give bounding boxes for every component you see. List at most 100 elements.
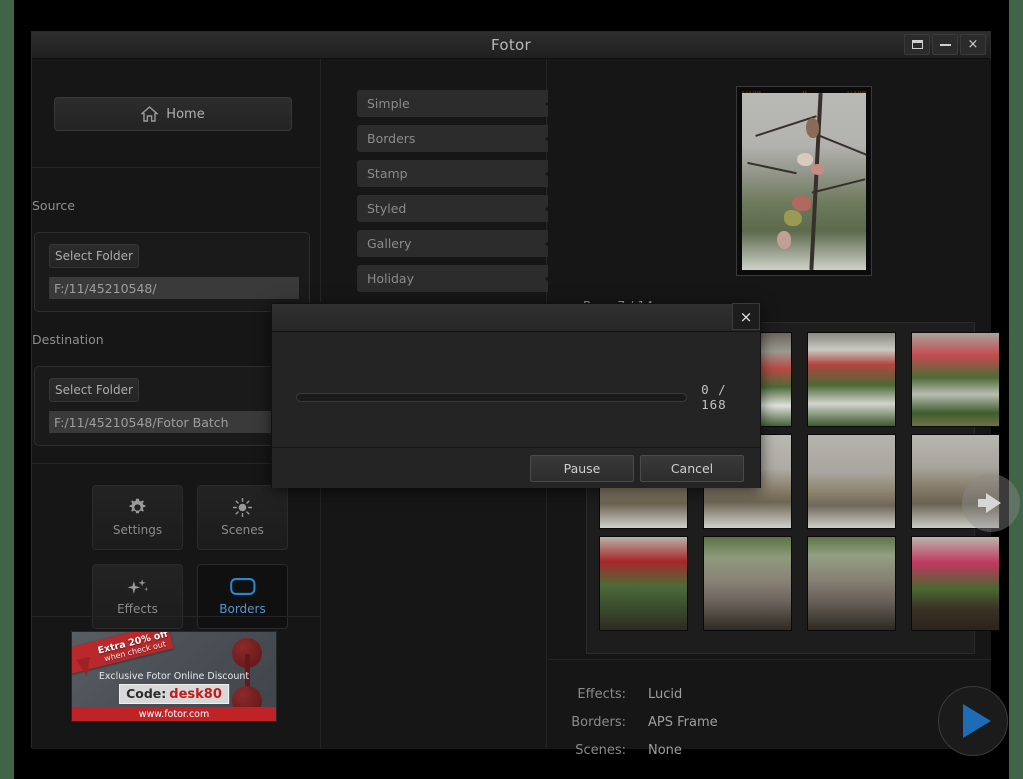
thumbnail-item[interactable] xyxy=(911,332,1000,427)
destination-select-folder-button[interactable]: Select Folder xyxy=(49,378,139,402)
progress-count-label: 0 / 168 xyxy=(701,382,727,412)
minimize-icon xyxy=(939,43,951,46)
sidebar-divider-bottom xyxy=(32,616,321,617)
next-page-arrow-stem xyxy=(978,499,993,507)
tool-grid: Settings Scenes Effects Borders xyxy=(92,485,288,629)
thumbnail-item[interactable] xyxy=(807,434,896,529)
summary-value: Lucid xyxy=(648,687,683,702)
destination-folder-box: Select Folder F:/11/45210548/Fotor Batch xyxy=(34,366,310,446)
preview-blossom-2 xyxy=(811,163,825,175)
source-path-field[interactable]: F:/11/45210548/ xyxy=(49,277,299,299)
ad-ribbon-text-block: Extra 20% off when check out xyxy=(74,632,195,671)
next-page-button[interactable] xyxy=(962,474,1020,532)
preview-branch-d xyxy=(812,178,866,194)
home-button[interactable]: Home xyxy=(54,97,292,131)
settings-summary: Effects: Lucid Borders: APS Frame Scenes… xyxy=(548,659,1008,758)
restore-button[interactable] xyxy=(904,34,930,55)
thumbnail-item[interactable] xyxy=(911,536,1000,631)
summary-key: Borders: xyxy=(571,715,626,730)
summary-value: APS Frame xyxy=(648,715,718,730)
dialog-titlebar[interactable]: × xyxy=(272,303,760,332)
ad-url[interactable]: www.fotor.com xyxy=(72,707,276,721)
thumbnail-item[interactable] xyxy=(599,536,688,631)
rounded-rect-icon xyxy=(229,577,256,596)
tool-borders-button[interactable]: Borders xyxy=(197,564,288,629)
source-folder-box: Select Folder F:/11/45210548/ xyxy=(34,232,310,312)
progress-row: 0 / 168 xyxy=(296,382,760,412)
category-label: Styled xyxy=(367,201,407,216)
sparkles-icon xyxy=(126,577,149,596)
source-select-folder-button[interactable]: Select Folder xyxy=(49,244,139,268)
promo-banner[interactable]: Extra 20% off when check out Exclusive F… xyxy=(71,631,277,722)
close-button[interactable]: × xyxy=(960,34,986,55)
preview-blossom-4 xyxy=(776,231,791,250)
start-batch-button[interactable] xyxy=(938,686,1008,756)
tool-settings-button[interactable]: Settings xyxy=(92,485,183,550)
summary-row-borders: Borders: APS Frame xyxy=(548,715,718,730)
ad-code-label: Code: xyxy=(126,686,167,701)
tool-settings-label: Settings xyxy=(112,523,163,537)
preview-branch-b xyxy=(811,131,866,156)
summary-value: None xyxy=(648,743,682,758)
ad-code-value: desk80 xyxy=(169,687,222,702)
close-icon: × xyxy=(967,37,979,52)
destination-path-field[interactable]: F:/11/45210548/Fotor Batch xyxy=(49,411,299,433)
thumbnail-item[interactable] xyxy=(703,536,792,631)
home-label: Home xyxy=(166,106,205,122)
category-label: Simple xyxy=(367,96,410,111)
tool-scenes-button[interactable]: Scenes xyxy=(197,485,288,550)
film-code-right: 1 = 0.1500 xyxy=(847,89,866,94)
right-panel-divider xyxy=(548,659,991,660)
summary-key: Scenes: xyxy=(575,743,626,758)
tool-borders-label: Borders xyxy=(219,602,266,616)
gear-icon xyxy=(128,498,147,517)
tool-effects-button[interactable]: Effects xyxy=(92,564,183,629)
category-label: Holiday xyxy=(367,271,414,286)
play-icon xyxy=(963,704,991,738)
category-item-borders[interactable]: Borders xyxy=(357,125,562,152)
category-item-gallery[interactable]: Gallery xyxy=(357,230,562,257)
category-item-holiday[interactable]: Holiday xyxy=(357,265,562,292)
film-code-left: 2 = 0.1500 xyxy=(742,89,761,94)
preview-blossom-3 xyxy=(791,195,811,211)
category-item-simple[interactable]: Simple xyxy=(357,90,562,117)
ad-headline: Exclusive Fotor Online Discount xyxy=(98,671,250,682)
ad-code-box: Code: desk80 xyxy=(119,684,229,704)
fotor-window: Fotor × Home Source Select Folder F:/11/… xyxy=(31,31,1020,758)
preview-branch-c xyxy=(747,162,797,175)
preview-bud xyxy=(806,117,820,138)
sun-icon xyxy=(233,498,252,517)
film-code-mid: -65 xyxy=(801,89,807,94)
window-controls: × xyxy=(904,34,986,55)
category-label: Stamp xyxy=(367,166,408,181)
batch-progress-dialog: × 0 / 168 Pause Cancel xyxy=(271,303,761,488)
window-titlebar[interactable]: Fotor × xyxy=(32,32,990,59)
category-label: Gallery xyxy=(367,236,412,251)
dialog-close-button[interactable]: × xyxy=(732,303,760,330)
cancel-button[interactable]: Cancel xyxy=(640,454,744,482)
close-icon: × xyxy=(739,307,753,326)
preview-blossom-1 xyxy=(796,153,813,167)
source-section-label: Source xyxy=(32,198,75,213)
sidebar-divider-top xyxy=(32,167,321,168)
home-icon xyxy=(141,106,159,122)
window-title: Fotor xyxy=(491,36,531,54)
preview-photo xyxy=(742,93,866,270)
preview-frame: 2 = 0.1500 -65 1 = 0.1500 xyxy=(736,86,872,276)
restore-icon xyxy=(911,40,923,49)
summary-row-effects: Effects: Lucid xyxy=(548,687,682,702)
thumbnail-item[interactable] xyxy=(807,536,896,631)
category-label: Borders xyxy=(367,131,416,146)
screen: Fotor × Home Source Select Folder F:/11/… xyxy=(0,0,1023,779)
tool-effects-label: Effects xyxy=(117,602,158,616)
minimize-button[interactable] xyxy=(932,34,958,55)
progress-bar xyxy=(296,392,688,402)
category-item-styled[interactable]: Styled xyxy=(357,195,562,222)
dialog-footer: Pause Cancel xyxy=(272,447,760,488)
tool-scenes-label: Scenes xyxy=(221,523,264,537)
category-item-stamp[interactable]: Stamp xyxy=(357,160,562,187)
pause-button[interactable]: Pause xyxy=(530,454,634,482)
preview-leaf xyxy=(784,209,803,226)
destination-section-label: Destination xyxy=(32,332,104,347)
thumbnail-item[interactable] xyxy=(807,332,896,427)
